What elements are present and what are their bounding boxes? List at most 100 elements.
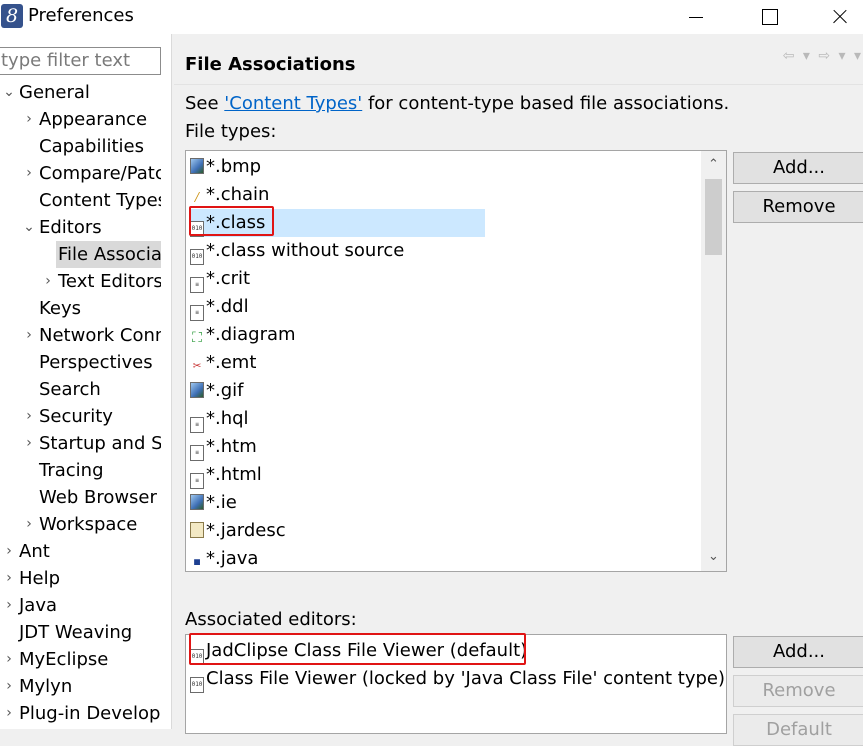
file-type-item[interactable]: *.bmp — [190, 153, 261, 181]
file-type-label: *.hql — [206, 408, 249, 429]
maximize-icon[interactable] — [746, 0, 792, 34]
chevron-right-icon[interactable]: › — [22, 511, 36, 538]
image-file-icon — [190, 382, 204, 398]
file-type-item[interactable]: *.ie — [190, 489, 237, 517]
file-type-item[interactable]: ⁄ *.chain — [190, 181, 269, 209]
chevron-right-icon[interactable]: › — [2, 538, 16, 565]
file-type-item[interactable]: ≡ *.hql — [190, 405, 249, 433]
tree-item[interactable]: ›Startup and Shutdown — [0, 430, 161, 457]
tree-item[interactable]: ›Plug-in Development — [0, 700, 161, 727]
file-type-label: *.html — [206, 464, 262, 485]
navigation-arrows-icon[interactable]: ⇦ ▾ ⇨ ▾ ▾ — [783, 48, 863, 64]
add-editor-button[interactable]: Add... — [733, 636, 863, 668]
editor-item[interactable]: 010 Class File Viewer (locked by 'Java Cl… — [190, 665, 725, 693]
chevron-right-icon[interactable]: › — [22, 160, 36, 187]
tree-item-label: Perspectives — [39, 352, 153, 373]
tree-item[interactable]: File Associations — [0, 241, 161, 268]
editor-item[interactable]: 010 JadClipse Class File Viewer (default) — [190, 637, 527, 665]
tree-item[interactable]: Content Types — [0, 187, 161, 214]
file-types-list[interactable]: *.bmp ⁄ *.chain 010 *.class 010 *.class withou… — [185, 150, 727, 572]
file-type-item[interactable]: ✂ *.emt — [190, 349, 257, 377]
file-type-item[interactable]: ≡ *.htm — [190, 433, 257, 461]
tree-item[interactable]: Perspectives — [0, 349, 161, 376]
file-type-item[interactable]: ≡ *.crit — [190, 265, 250, 293]
tree-item[interactable]: › Ant — [0, 538, 161, 565]
associated-editors-label: Associated editors: — [185, 609, 357, 630]
tree-item-label: Network Connections — [39, 325, 161, 346]
tree-item[interactable]: ›Network Connections — [0, 322, 161, 349]
tree-item[interactable]: › Java — [0, 592, 161, 619]
tree-item[interactable]: JDT Weaving — [0, 619, 161, 646]
file-type-label: *.crit — [206, 268, 251, 289]
image-file-icon — [190, 494, 204, 510]
remove-editor-button[interactable]: Remove — [733, 675, 863, 707]
editor-label: JadClipse Class File Viewer (default) — [206, 640, 528, 661]
chevron-right-icon[interactable]: › — [2, 700, 16, 727]
chevron-right-icon[interactable]: › — [2, 646, 16, 673]
tree-item-label: Startup and Shutdown — [39, 433, 161, 454]
scroll-down-icon[interactable]: ⌄ — [701, 545, 726, 569]
tree-item[interactable]: ›Compare/Patch — [0, 160, 161, 187]
class-file-icon: 010 — [190, 249, 204, 265]
editor-label: Class File Viewer (locked by 'Java Class… — [206, 668, 725, 689]
file-type-item[interactable]: ≡ *.html — [190, 461, 262, 489]
file-associations-page: File Associations ⇦ ▾ ⇨ ▾ ▾ See 'Content… — [174, 34, 863, 746]
chevron-right-icon[interactable]: › — [2, 673, 16, 700]
chevron-down-icon[interactable]: ⌄ — [2, 79, 16, 106]
close-icon[interactable] — [817, 0, 863, 34]
tree-item[interactable]: › Text Editors — [0, 268, 161, 295]
tree-item-label: Ant — [19, 541, 50, 562]
default-editor-button[interactable]: Default — [733, 714, 863, 746]
file-type-label: *.emt — [206, 352, 257, 373]
minimize-icon[interactable] — [672, 0, 718, 34]
tree-item-label: Compare/Patch — [39, 163, 161, 184]
remove-file-type-button[interactable]: Remove — [733, 191, 863, 223]
chevron-right-icon[interactable]: › — [22, 403, 36, 430]
file-type-item[interactable]: 010 *.class — [190, 209, 485, 237]
file-types-scrollbar[interactable]: ⌃ ⌄ — [701, 151, 726, 571]
file-type-item[interactable]: ≡ *.ddl — [190, 293, 249, 321]
file-type-item[interactable]: *.jardesc — [190, 517, 286, 545]
file-type-item[interactable]: 010 *.class without source — [190, 237, 404, 265]
tree-item[interactable]: Web Browser — [0, 484, 161, 511]
chevron-right-icon[interactable]: › — [22, 106, 36, 133]
tree-item[interactable]: Search — [0, 376, 161, 403]
content-types-hint: See 'Content Types' for content-type bas… — [185, 92, 729, 116]
tree-item-label: Security — [39, 406, 113, 427]
file-type-item[interactable]: ▪ *.java — [190, 545, 258, 571]
app-icon: 8 — [1, 4, 23, 28]
associated-editors-list[interactable]: 010 JadClipse Class File Viewer (default)… — [185, 634, 727, 734]
java-file-icon: ▪ — [192, 552, 202, 570]
content-types-link[interactable]: 'Content Types' — [224, 93, 362, 114]
tree-item[interactable]: › Workspace — [0, 511, 161, 538]
file-type-item[interactable]: ⛶ *.diagram — [190, 321, 295, 349]
chevron-right-icon[interactable]: › — [2, 565, 16, 592]
tree-item-label: Search — [39, 379, 101, 400]
tree-item[interactable]: › Appearance — [0, 106, 161, 133]
filter-input[interactable]: type filter text — [0, 47, 161, 75]
class-file-icon: 010 — [190, 649, 204, 665]
tree-item[interactable]: › MyEclipse — [0, 646, 161, 673]
tree-item[interactable]: Keys — [0, 295, 161, 322]
file-type-label: *.class — [206, 212, 266, 233]
scroll-up-icon[interactable]: ⌃ — [701, 153, 726, 177]
tree-item[interactable]: ⌄ General — [0, 79, 161, 106]
tree-item-label: Workspace — [39, 514, 138, 535]
chevron-right-icon[interactable]: › — [41, 268, 55, 295]
chevron-right-icon[interactable]: › — [2, 592, 16, 619]
tree-item[interactable]: › Mylyn — [0, 673, 161, 700]
scroll-thumb[interactable] — [705, 179, 722, 255]
add-file-type-button[interactable]: Add... — [733, 152, 863, 184]
tree-item[interactable]: › Security — [0, 403, 161, 430]
tree-item[interactable]: Capabilities — [0, 133, 161, 160]
title-divider — [174, 84, 863, 85]
file-type-label: *.bmp — [206, 156, 262, 177]
chevron-right-icon[interactable]: › — [22, 322, 36, 349]
file-type-label: *.jardesc — [206, 520, 286, 541]
file-type-item[interactable]: *.gif — [190, 377, 244, 405]
tree-item[interactable]: Tracing — [0, 457, 161, 484]
tree-item[interactable]: ⌄ Editors — [0, 214, 161, 241]
tree-item[interactable]: › Help — [0, 565, 161, 592]
chevron-down-icon[interactable]: ⌄ — [22, 214, 36, 241]
chevron-right-icon[interactable]: › — [22, 430, 36, 457]
